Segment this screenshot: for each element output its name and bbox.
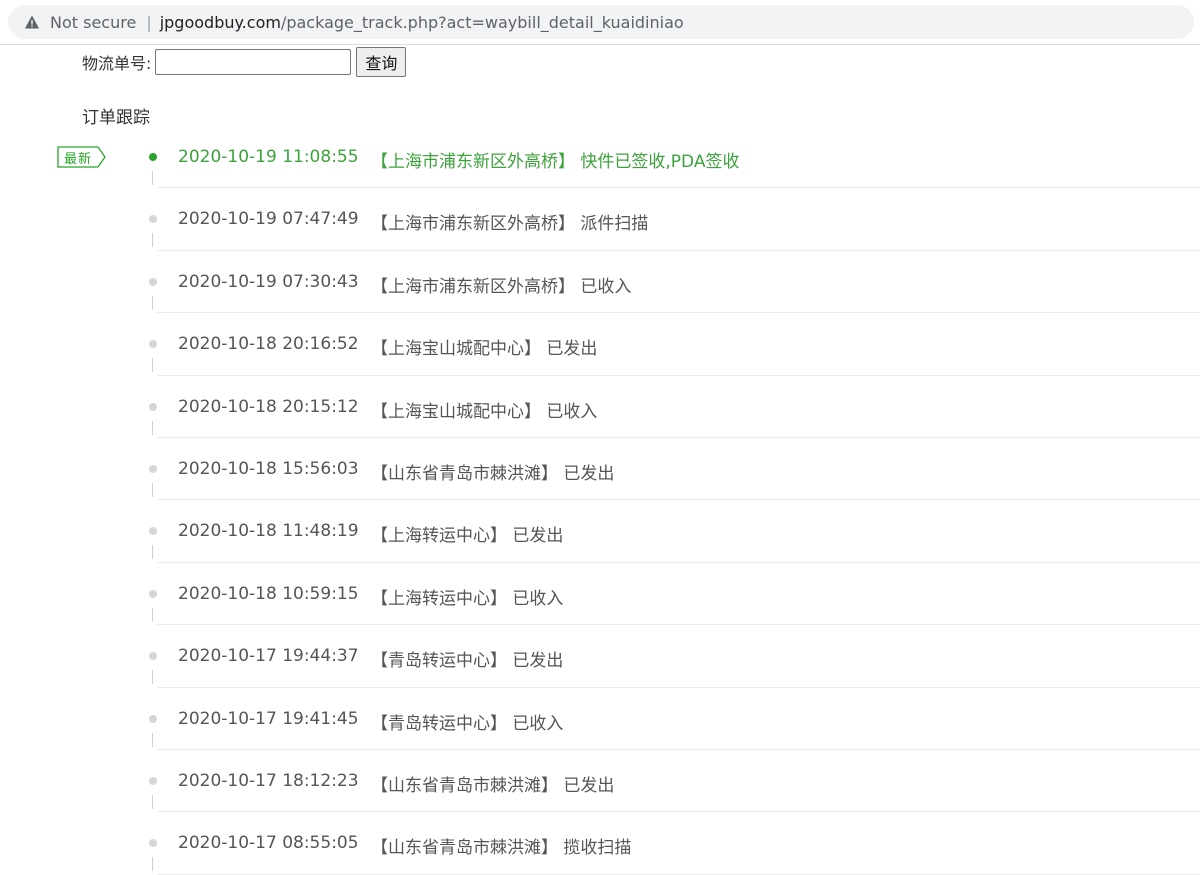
timeline-connector <box>152 670 153 685</box>
timeline-timestamp: 2020-10-18 20:16:52 <box>178 334 359 355</box>
tracking-search-form: 物流单号: 查询 <box>82 47 407 77</box>
timeline-row: 2020-10-17 19:44:37 【青岛转运中心】 已发出 <box>0 625 1200 688</box>
tracking-timeline: 最新 2020-10-19 11:08:55 【上海市浦东新区外高桥】 快件已签收,… <box>0 126 1200 875</box>
timeline-timestamp: 2020-10-18 11:48:19 <box>178 521 359 542</box>
timeline-timestamp: 2020-10-18 10:59:15 <box>178 583 359 604</box>
timeline-dot <box>149 839 157 848</box>
timeline-row: 2020-10-18 15:56:03 【山东省青岛市棘洪滩】 已发出 <box>0 438 1200 501</box>
url-separator: | <box>146 12 152 32</box>
timeline-timestamp: 2020-10-17 18:12:23 <box>178 770 359 791</box>
timeline-connector <box>152 171 153 185</box>
timeline-timestamp: 2020-10-19 07:47:49 <box>178 209 359 230</box>
timeline-timestamp: 2020-10-19 11:08:55 <box>178 147 359 167</box>
timeline-description: 【上海宝山城配中心】 已收入 <box>371 401 598 422</box>
timeline-connector <box>152 732 153 747</box>
timeline-description: 【山东省青岛市棘洪滩】 揽收扫描 <box>371 838 632 859</box>
security-status-label[interactable]: Not secure <box>50 13 136 32</box>
timeline-dot <box>149 652 157 661</box>
timeline-description: 【上海转运中心】 已发出 <box>371 526 564 547</box>
timeline-row: 2020-10-17 08:55:05 【山东省青岛市棘洪滩】 揽收扫描 <box>0 812 1200 875</box>
timeline-connector <box>152 358 153 373</box>
timeline-description: 【青岛转运中心】 已收入 <box>371 713 564 734</box>
timeline-description: 【上海宝山城配中心】 已发出 <box>371 339 598 360</box>
timeline-connector <box>152 233 153 248</box>
address-bar[interactable]: Not secure | jpgoodbuy.com/package_track… <box>8 5 1194 39</box>
warning-triangle-icon[interactable] <box>24 14 40 30</box>
timeline-timestamp: 2020-10-17 19:44:37 <box>178 646 359 667</box>
url-host[interactable]: jpgoodbuy.com <box>160 13 281 32</box>
latest-badge: 最新 <box>57 146 107 168</box>
timeline-dot <box>149 340 157 349</box>
timeline-dot <box>149 153 157 161</box>
timeline-dot <box>149 464 157 473</box>
tracking-number-input[interactable] <box>155 49 352 75</box>
timeline-row: 2020-10-18 20:16:52 【上海宝山城配中心】 已发出 <box>0 313 1200 376</box>
timeline-row: 2020-10-19 07:30:43 【上海市浦东新区外高桥】 已收入 <box>0 251 1200 314</box>
timeline-timestamp: 2020-10-18 20:15:12 <box>178 396 359 417</box>
timeline-row: 2020-10-18 10:59:15 【上海转运中心】 已收入 <box>0 563 1200 626</box>
timeline-connector <box>152 607 153 622</box>
timeline-description: 【上海市浦东新区外高桥】 已收入 <box>371 276 632 297</box>
timeline-dot <box>149 215 157 224</box>
browser-toolbar: Not secure | jpgoodbuy.com/package_track… <box>0 0 1200 45</box>
timeline-row: 2020-10-19 07:47:49 【上海市浦东新区外高桥】 派件扫描 <box>0 188 1200 251</box>
timeline-dot <box>149 589 157 598</box>
timeline-description: 【上海市浦东新区外高桥】 派件扫描 <box>371 214 649 235</box>
timeline-timestamp: 2020-10-17 08:55:05 <box>178 833 359 854</box>
url-path[interactable]: /package_track.php?act=waybill_detail_ku… <box>281 13 684 32</box>
timeline-timestamp: 2020-10-18 15:56:03 <box>178 458 359 479</box>
timeline-timestamp: 2020-10-17 19:41:45 <box>178 708 359 729</box>
timeline-connector <box>152 545 153 560</box>
timeline-row: 2020-10-17 19:41:45 【青岛转运中心】 已收入 <box>0 688 1200 750</box>
timeline-row: 2020-10-18 11:48:19 【上海转运中心】 已发出 <box>0 500 1200 563</box>
timeline-description: 【山东省青岛市棘洪滩】 已发出 <box>371 463 615 484</box>
timeline-dot <box>149 277 157 286</box>
timeline-description: 【山东省青岛市棘洪滩】 已发出 <box>371 775 615 796</box>
timeline-description: 【青岛转运中心】 已发出 <box>371 651 564 672</box>
tracking-number-label: 物流单号: <box>82 54 152 73</box>
latest-badge-label: 最新 <box>64 152 93 167</box>
timeline-row: 2020-10-17 18:12:23 【山东省青岛市棘洪滩】 已发出 <box>0 750 1200 813</box>
timeline-connector <box>152 295 153 310</box>
timeline-row: 2020-10-18 20:15:12 【上海宝山城配中心】 已收入 <box>0 376 1200 438</box>
timeline-description: 【上海转运中心】 已收入 <box>371 588 564 609</box>
timeline-row: 最新 2020-10-19 11:08:55 【上海市浦东新区外高桥】 快件已签收,… <box>0 126 1200 189</box>
timeline-dot <box>149 776 157 785</box>
timeline-dot <box>149 714 157 723</box>
timeline-connector <box>152 420 153 435</box>
timeline-connector <box>152 794 153 809</box>
order-tracking-title: 订单跟踪 <box>82 108 150 128</box>
timeline-connector <box>152 857 153 872</box>
timeline-timestamp: 2020-10-19 07:30:43 <box>178 271 359 292</box>
query-button[interactable]: 查询 <box>356 47 407 77</box>
timeline-description: 【上海市浦东新区外高桥】 快件已签收,PDA签收 <box>371 152 740 172</box>
timeline-connector <box>152 482 153 497</box>
timeline-dot <box>149 527 157 536</box>
timeline-dot <box>149 402 157 411</box>
